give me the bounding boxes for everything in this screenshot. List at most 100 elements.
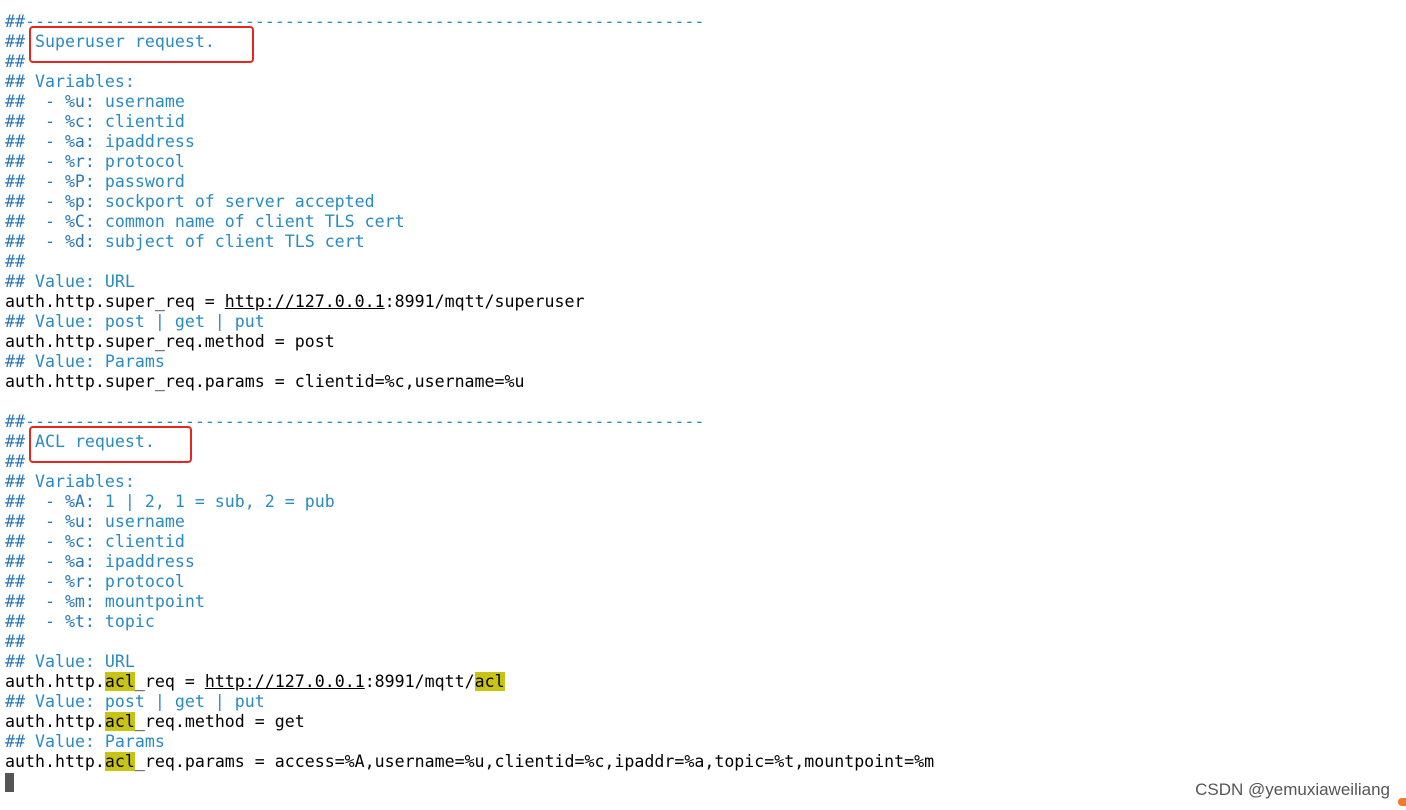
line-segment-hash: ## [5,272,35,291]
line-segment-comment: topic [104,612,155,631]
line-segment-hl: acl [104,672,135,691]
line-segment-hash: ## [5,12,25,31]
corner-indicator-icon [1398,798,1406,806]
line-segment-hash: ## [5,312,35,331]
terminal-line: ## - %u: username [5,92,1406,112]
terminal-line: auth.http.super_req.params = clientid=%c… [5,372,1406,392]
line-segment-hash: ## - %r: [5,152,105,171]
line-segment-hash: ## [5,252,25,271]
terminal-line: ## ACL request. [5,432,1406,452]
line-segment-hash: ## - %d: [5,232,105,251]
line-segment-code: auth.http.super_req.params = clientid=%c… [5,372,525,391]
terminal-line: auth.http.super_req = http://127.0.0.1:8… [5,292,1406,312]
line-segment-hash: ## [5,452,25,471]
terminal-line: ## - %c: clientid [5,532,1406,552]
terminal-line: ## - %a: ipaddress [5,132,1406,152]
line-segment-hash: ## [5,632,25,651]
line-segment-hash: ## [5,72,35,91]
line-segment-comment: Value: URL [34,272,135,291]
line-segment-hash: ## - %r: [5,572,105,591]
terminal-line: auth.http.super_req.method = post [5,332,1406,352]
terminal-line: ## Value: Params [5,732,1406,752]
line-segment-hash: ## [5,352,35,371]
line-segment-code: auth.http.super_req.method = post [5,332,335,351]
line-segment-code: auth.http.super_req = [5,292,225,311]
annotation-box-superuser-request [29,26,254,63]
terminal-line: ## - %p: sockport of server accepted [5,192,1406,212]
line-segment-hl: acl [474,672,505,691]
terminal-line: ## - %u: username [5,512,1406,532]
terminal-line: ## - %A: 1 | 2, 1 = sub, 2 = pub [5,492,1406,512]
terminal-line: ## - %P: password [5,172,1406,192]
line-segment-comment: protocol [104,572,185,591]
terminal-text-area[interactable]: ##--------------------------------------… [5,12,1406,810]
line-segment-url: http://127.0.0.1 [204,672,365,691]
terminal-line: auth.http.acl_req.params = access=%A,use… [5,752,1406,772]
line-segment-hash: ## - %c: [5,532,105,551]
line-segment-hash: ## [5,652,35,671]
terminal-line: ##--------------------------------------… [5,412,1406,432]
line-segment-code: _req.params = access=%A,username=%u,clie… [134,752,935,771]
line-segment-hash: ## - %c: [5,112,105,131]
line-segment-comment: Value: URL [34,652,135,671]
line-segment-comment: sockport of server accepted [104,192,375,211]
line-segment-hash: ## [5,52,25,71]
terminal-line: ## [5,252,1406,272]
line-segment-comment: username [104,512,185,531]
line-segment-hash: ## - %t: [5,612,105,631]
line-segment-comment: Variables: [34,72,135,91]
line-segment-comment: ipaddress [104,552,195,571]
line-segment-hash: ## [5,692,35,711]
line-segment-comment: clientid [104,532,185,551]
line-segment-hash: ## - %A: [5,492,105,511]
line-segment-code: auth.http. [5,752,105,771]
line-segment-code: auth.http. [5,712,105,731]
line-segment-comment: 1 | 2, 1 = sub, 2 = pub [104,492,335,511]
line-segment-comment: common name of client TLS cert [104,212,405,231]
line-segment-comment: Value: post | get | put [34,312,265,331]
terminal-line: ## Value: URL [5,272,1406,292]
line-segment-code: :8991/mqtt/ [364,672,475,691]
terminal-line: ## - %r: protocol [5,152,1406,172]
line-segment-hash: ## [5,412,25,431]
terminal-line: ## Value: post | get | put [5,692,1406,712]
line-segment-hash: ## - %C: [5,212,105,231]
terminal-line: ## - %c: clientid [5,112,1406,132]
line-segment-comment: ipaddress [104,132,195,151]
terminal-line: ## - %d: subject of client TLS cert [5,232,1406,252]
line-segment-code: _req = [134,672,205,691]
line-segment-hash: ## [5,732,35,751]
line-segment-hash: ## - %a: [5,552,105,571]
terminal-line: ## Value: Params [5,352,1406,372]
text-cursor [5,773,14,792]
terminal-line: ## - %t: topic [5,612,1406,632]
line-segment-comment: Variables: [34,472,135,491]
terminal-line: ## Value: URL [5,652,1406,672]
line-segment-comment: clientid [104,112,185,131]
line-segment-code: auth.http. [5,672,105,691]
line-segment-hash: ## - %m: [5,592,105,611]
line-segment-hash: ## - %P: [5,172,105,191]
terminal-line: ## Variables: [5,472,1406,492]
line-segment-code: :8991/mqtt/superuser [384,292,585,311]
line-segment-comment: username [104,92,185,111]
line-segment-comment: Value: post | get | put [34,692,265,711]
line-segment-hash: ## - %a: [5,132,105,151]
line-segment-code: _req.method = get [134,712,305,731]
line-segment-url: http://127.0.0.1 [224,292,385,311]
line-segment-hash: ## - %u: [5,512,105,531]
line-segment-comment: subject of client TLS cert [104,232,365,251]
line-segment-hl: acl [104,752,135,771]
terminal-line: ## - %m: mountpoint [5,592,1406,612]
terminal-line: ## - %a: ipaddress [5,552,1406,572]
annotation-box-acl-request [29,426,192,463]
terminal-line: auth.http.acl_req.method = get [5,712,1406,732]
line-segment-hash: ## - %p: [5,192,105,211]
terminal-line: auth.http.acl_req = http://127.0.0.1:899… [5,672,1406,692]
line-segment-hl: acl [104,712,135,731]
line-segment-comment: protocol [104,152,185,171]
line-segment-hash: ## - %u: [5,92,105,111]
line-segment-comment: Value: Params [34,352,165,371]
terminal-line: ## [5,632,1406,652]
